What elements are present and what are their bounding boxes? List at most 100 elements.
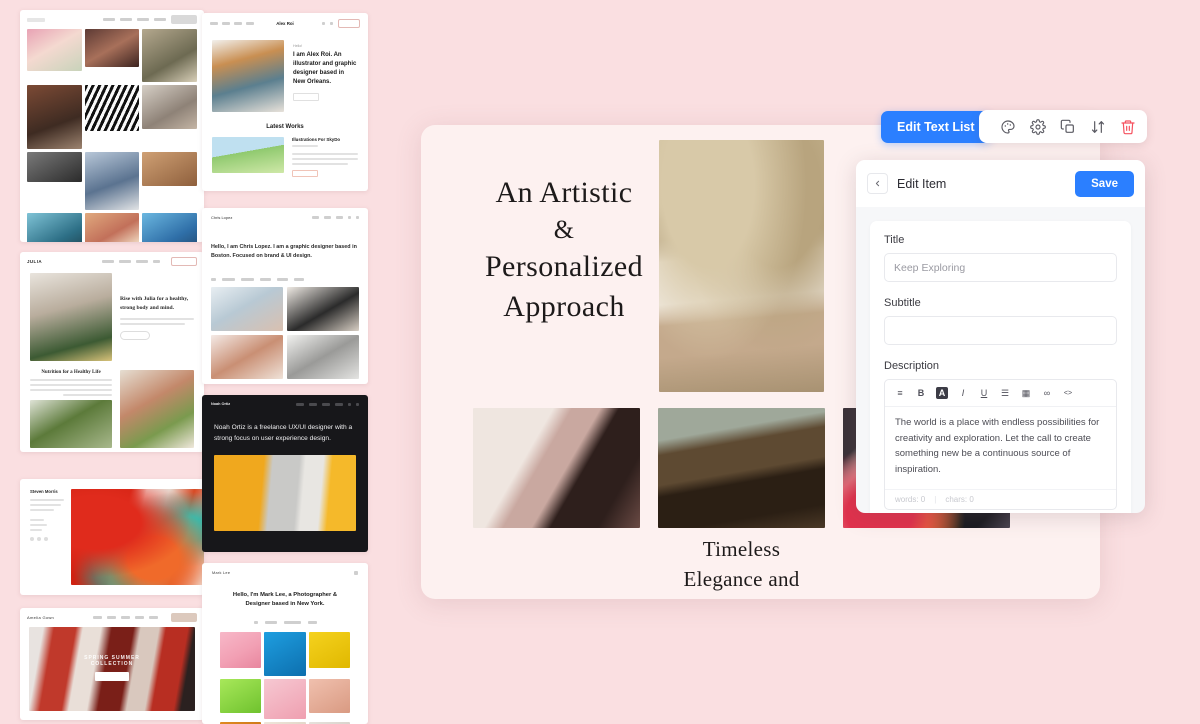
read-more-button[interactable] — [120, 331, 150, 340]
edit-text-list-button[interactable]: Edit Text List — [881, 111, 991, 143]
subtitle-input[interactable] — [884, 316, 1117, 345]
julia-portrait-photo — [30, 273, 112, 361]
rich-text-editor: ≡ B A I U ☰ ▦ ∞ <> The world is a place … — [884, 379, 1117, 510]
shop-now-button[interactable] — [95, 672, 129, 681]
template-nav — [20, 10, 204, 29]
grid-photo — [142, 213, 197, 242]
illustration-photo — [212, 137, 284, 173]
template-card-abstract-art[interactable]: Steven Morris — [20, 479, 204, 595]
text-color-icon[interactable]: A — [936, 387, 948, 399]
sort-icon[interactable] — [1089, 117, 1108, 136]
template-card-mark-lee[interactable]: Mark Lee Hello, I'm Mark Lee, a Photogra… — [202, 563, 368, 724]
brand-logo: Steven Morris — [30, 489, 64, 494]
gear-icon[interactable] — [1029, 117, 1048, 136]
words-counter: words: 0 — [895, 495, 925, 504]
template-heading: Noah Ortiz is a freelance UX/UI designer… — [214, 423, 356, 444]
eyebrow-text: Hello! — [293, 44, 358, 48]
heading-line-2: Personalized — [485, 247, 643, 287]
work-photo — [287, 287, 359, 331]
work-photo — [264, 679, 305, 719]
save-button[interactable]: Save — [1075, 171, 1134, 197]
work-photo — [309, 632, 350, 668]
description-textarea[interactable]: The world is a place with endless possib… — [885, 407, 1116, 489]
template-heading: Hello, I'm Mark Lee, a Photographer & De… — [220, 591, 350, 609]
about-button[interactable] — [293, 93, 319, 101]
template-nav: Amelia Gown — [20, 608, 204, 627]
grid-photo — [27, 29, 82, 71]
nav-cta-button[interactable] — [338, 19, 360, 28]
work-photo — [287, 335, 359, 379]
bride-hands-photo[interactable] — [473, 408, 640, 528]
brand-logo: Noah Ortiz — [211, 402, 230, 406]
template-heading: I am Alex Roi. An illustrator and graphi… — [293, 51, 358, 87]
salad-photo — [30, 400, 112, 448]
canvas-heading[interactable]: An Artistic & Personalized Approach — [421, 125, 659, 375]
template-card-chris-lopez[interactable]: Chris Lopez Hello, I am Chris Lopez. I a… — [202, 208, 368, 384]
grid-photo — [27, 213, 82, 242]
canvas-bottom-heading[interactable]: Timeless Elegance and — [659, 535, 824, 595]
nav-cta-button[interactable] — [171, 257, 197, 266]
chevron-left-icon[interactable] — [867, 173, 888, 194]
heading-line-3: Approach — [503, 287, 625, 327]
code-icon[interactable]: <> — [1062, 387, 1074, 399]
couple-dip-photo[interactable] — [658, 408, 825, 528]
view-button[interactable] — [292, 170, 318, 177]
template-heading: Rise with Julia for a healthy, strong bo… — [120, 295, 194, 312]
template-card-portfolio-grid[interactable] — [20, 10, 204, 242]
brand-logo: Mark Lee — [212, 571, 230, 575]
work-photo — [211, 335, 283, 379]
nav-cta-button[interactable] — [171, 613, 197, 622]
trash-icon[interactable] — [1119, 117, 1138, 136]
template-heading: Hello, I am Chris Lopez. I am a graphic … — [211, 243, 359, 262]
panel-title: Edit Item — [897, 177, 946, 191]
section-heading: Nutrition for a Healthy Life — [30, 370, 112, 375]
template-nav: Noah Ortiz — [202, 395, 368, 413]
template-nav: Chris Lopez — [202, 208, 368, 227]
rte-toolbar: ≡ B A I U ☰ ▦ ∞ <> — [885, 380, 1116, 407]
grid-photo — [85, 85, 140, 131]
bottom-line-1: Timeless — [659, 535, 824, 565]
grid-photo — [85, 152, 140, 210]
photo-grid — [20, 29, 204, 242]
grid-photo — [27, 85, 82, 149]
list-icon[interactable]: ☰ — [999, 387, 1011, 399]
template-nav: JULIA — [20, 252, 204, 271]
duplicate-icon[interactable] — [1059, 117, 1078, 136]
template-card-noah-ortiz[interactable]: Noah Ortiz Noah Ortiz is a freelance UX/… — [202, 395, 368, 552]
toolbar-icon-group — [979, 110, 1147, 143]
align-left-icon[interactable]: ≡ — [894, 387, 906, 399]
palette-icon[interactable] — [999, 117, 1018, 136]
template-card-alex-roi[interactable]: Alex Roi Hello! I am Alex Roi. An illust… — [202, 13, 368, 191]
chars-counter: chars: 0 — [945, 495, 973, 504]
grid-photo — [85, 213, 140, 242]
title-input[interactable] — [884, 253, 1117, 282]
work-photo — [220, 632, 261, 668]
grid-photo — [142, 29, 197, 82]
panel-header: Edit Item Save — [856, 160, 1145, 207]
grid-photo — [85, 29, 140, 67]
nav-cta-button[interactable] — [171, 15, 197, 24]
work-photo — [220, 679, 261, 713]
hero-couple-photo[interactable] — [659, 140, 824, 392]
italic-icon[interactable]: I — [957, 387, 969, 399]
nav-links — [93, 616, 158, 619]
link-icon[interactable]: ∞ — [1041, 387, 1053, 399]
bold-icon[interactable]: B — [915, 387, 927, 399]
table-icon[interactable]: ▦ — [1020, 387, 1032, 399]
subtitle-label: Subtitle — [884, 297, 1117, 309]
brand-logo: Alex Roi — [276, 21, 294, 26]
template-card-julia-wellness[interactable]: JULIA Rise with Julia for a healthy, str… — [20, 252, 204, 452]
nav-links — [102, 260, 160, 263]
description-label: Description — [884, 360, 1117, 372]
work-photo — [211, 287, 283, 331]
grid-photo — [142, 152, 197, 186]
brand-logo: Chris Lopez — [211, 215, 232, 220]
template-nav: Mark Lee — [202, 563, 368, 583]
abstract-painting-photo — [71, 489, 204, 585]
brand-logo — [27, 18, 45, 22]
underline-icon[interactable]: U — [978, 387, 990, 399]
work-photo — [264, 632, 305, 676]
heading-ampersand: & — [554, 213, 575, 247]
template-card-summer-collection[interactable]: Amelia Gown SPRING SUMMER COLLECTION — [20, 608, 204, 720]
template-nav: Alex Roi — [202, 13, 368, 34]
